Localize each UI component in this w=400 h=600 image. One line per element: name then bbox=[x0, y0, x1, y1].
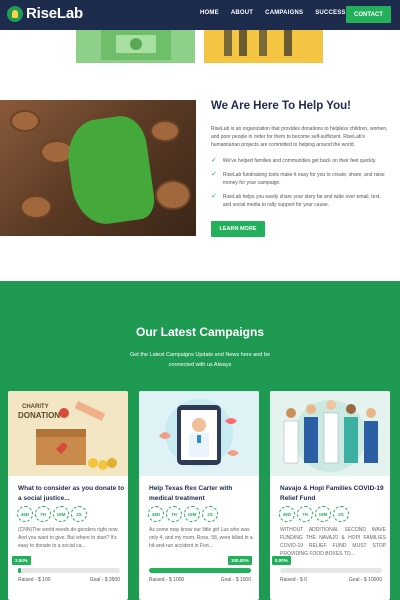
progress-bar bbox=[149, 568, 251, 573]
medical-staff-illustration bbox=[283, 400, 378, 472]
check-item: ✓ RiseLab fundraising tools make it easy… bbox=[211, 171, 389, 187]
campaign-image bbox=[139, 391, 259, 476]
campaign-description: (CNN)The world needs do-gooders right no… bbox=[18, 527, 119, 549]
campaign-title[interactable]: Help Texas Rex Carter with medical treat… bbox=[149, 484, 257, 504]
check-icon: ✓ bbox=[211, 157, 217, 164]
donation-text: DONATION bbox=[18, 411, 60, 420]
timer-hours: 7H bbox=[35, 506, 51, 522]
campaign-title[interactable]: Navajo & Hopi Families COVID-19 Relief F… bbox=[280, 484, 388, 504]
check-icon: ✓ bbox=[211, 171, 217, 178]
progress-bar bbox=[280, 568, 382, 573]
help-title: We Are Here To Help You! bbox=[211, 100, 351, 112]
pot-image bbox=[20, 195, 52, 219]
progress-fill bbox=[18, 568, 21, 573]
progress-bar bbox=[18, 568, 120, 573]
raised-amount: Raised - $ 1000 bbox=[149, 577, 185, 583]
charity-text: CHARITY bbox=[22, 404, 49, 410]
campaign-card[interactable]: Help Texas Rex Carter with medical treat… bbox=[139, 391, 259, 600]
timer-hours: 7H bbox=[166, 506, 182, 522]
timer-days: 46D bbox=[17, 506, 33, 522]
contact-button[interactable]: CONTACT bbox=[346, 6, 391, 23]
timer-days: 46D bbox=[279, 506, 295, 522]
pot-image bbox=[155, 180, 191, 210]
nav-home[interactable]: HOME bbox=[200, 10, 219, 16]
help-photo bbox=[0, 100, 196, 236]
campaign-description: WITHOUT ADDITIONAL SECOND WAVE FUNDING T… bbox=[280, 527, 386, 557]
check-text: RiseLab helps you easily share your stor… bbox=[222, 194, 381, 208]
countdown: 46D 7H 19M 2S bbox=[279, 506, 349, 522]
pot-image bbox=[150, 120, 180, 142]
campaign-image bbox=[270, 391, 390, 476]
countdown: 46D 7H 19M 2S bbox=[17, 506, 87, 522]
campaigns-title: Our Latest Campaigns bbox=[135, 325, 265, 339]
check-text: RiseLab fundraising tools make it easy f… bbox=[222, 172, 385, 186]
money-illustration bbox=[101, 30, 171, 60]
doctor-tablet-illustration bbox=[159, 399, 239, 467]
raised-amount: Raised - $ 0 bbox=[280, 577, 307, 583]
campaigns-subtitle: Get the Latest Campaigns Update and News… bbox=[129, 352, 271, 368]
campaign-card[interactable]: CHARITY DONATION What to consider as you… bbox=[8, 391, 128, 600]
timer-minutes: 19M bbox=[53, 506, 69, 522]
check-item: ✓ RiseLab helps you easily share your st… bbox=[211, 193, 389, 209]
campaign-card[interactable]: Navajo & Hopi Families COVID-19 Relief F… bbox=[270, 391, 390, 600]
pot-image bbox=[10, 110, 40, 132]
timer-days: 46D bbox=[148, 506, 164, 522]
campaign-image-partial-2 bbox=[204, 30, 323, 63]
timer-seconds: 2S bbox=[71, 506, 87, 522]
nav-about[interactable]: ABOUT bbox=[231, 10, 253, 16]
check-item: ✓ We've helped families and communities … bbox=[211, 157, 389, 165]
progress-percent-badge: 2.84% bbox=[12, 556, 31, 565]
timer-seconds: 2S bbox=[333, 506, 349, 522]
campaign-title[interactable]: What to consider as you donate to a soci… bbox=[18, 484, 126, 504]
help-description: RiseLab is an organization that provides… bbox=[211, 126, 388, 148]
top-navbar: RiseLab HOME ABOUT CAMPAIGNS SUCCESS STO… bbox=[0, 0, 400, 30]
timer-hours: 7H bbox=[297, 506, 313, 522]
main-menu: HOME ABOUT CAMPAIGNS SUCCESS STORY bbox=[200, 10, 369, 16]
countdown: 46D 7H 19M 2S bbox=[148, 506, 218, 522]
progress-percent-badge: 0.00% bbox=[272, 556, 291, 565]
timer-minutes: 19M bbox=[184, 506, 200, 522]
brand-name: RiseLab bbox=[26, 5, 83, 22]
progress-percent-badge: 100.00% bbox=[228, 556, 252, 565]
brand-logo[interactable]: RiseLab bbox=[7, 5, 83, 22]
donation-box-illustration: CHARITY DONATION bbox=[18, 401, 117, 470]
campaign-image: CHARITY DONATION bbox=[8, 391, 128, 476]
people-illustration bbox=[224, 30, 292, 56]
woman-figure bbox=[63, 112, 157, 229]
progress-fill bbox=[149, 568, 251, 573]
timer-minutes: 19M bbox=[315, 506, 331, 522]
check-icon: ✓ bbox=[211, 193, 217, 200]
timer-seconds: 2S bbox=[202, 506, 218, 522]
goal-amount: Goal - $ 10000 bbox=[348, 577, 382, 583]
goal-amount: Goal - $ 1000 bbox=[220, 577, 251, 583]
goal-amount: Goal - $ 3500 bbox=[89, 577, 120, 583]
campaign-image-partial-1 bbox=[76, 30, 195, 63]
learn-more-button[interactable]: LEARN MORE bbox=[211, 221, 265, 237]
check-text: We've helped families and communities ge… bbox=[222, 158, 377, 164]
logo-icon bbox=[7, 5, 23, 22]
campaign-description: As some may know our little girl Lux who… bbox=[149, 527, 253, 549]
nav-campaigns[interactable]: CAMPAIGNS bbox=[265, 10, 303, 16]
raised-amount: Raised - $ 100 bbox=[18, 577, 51, 583]
